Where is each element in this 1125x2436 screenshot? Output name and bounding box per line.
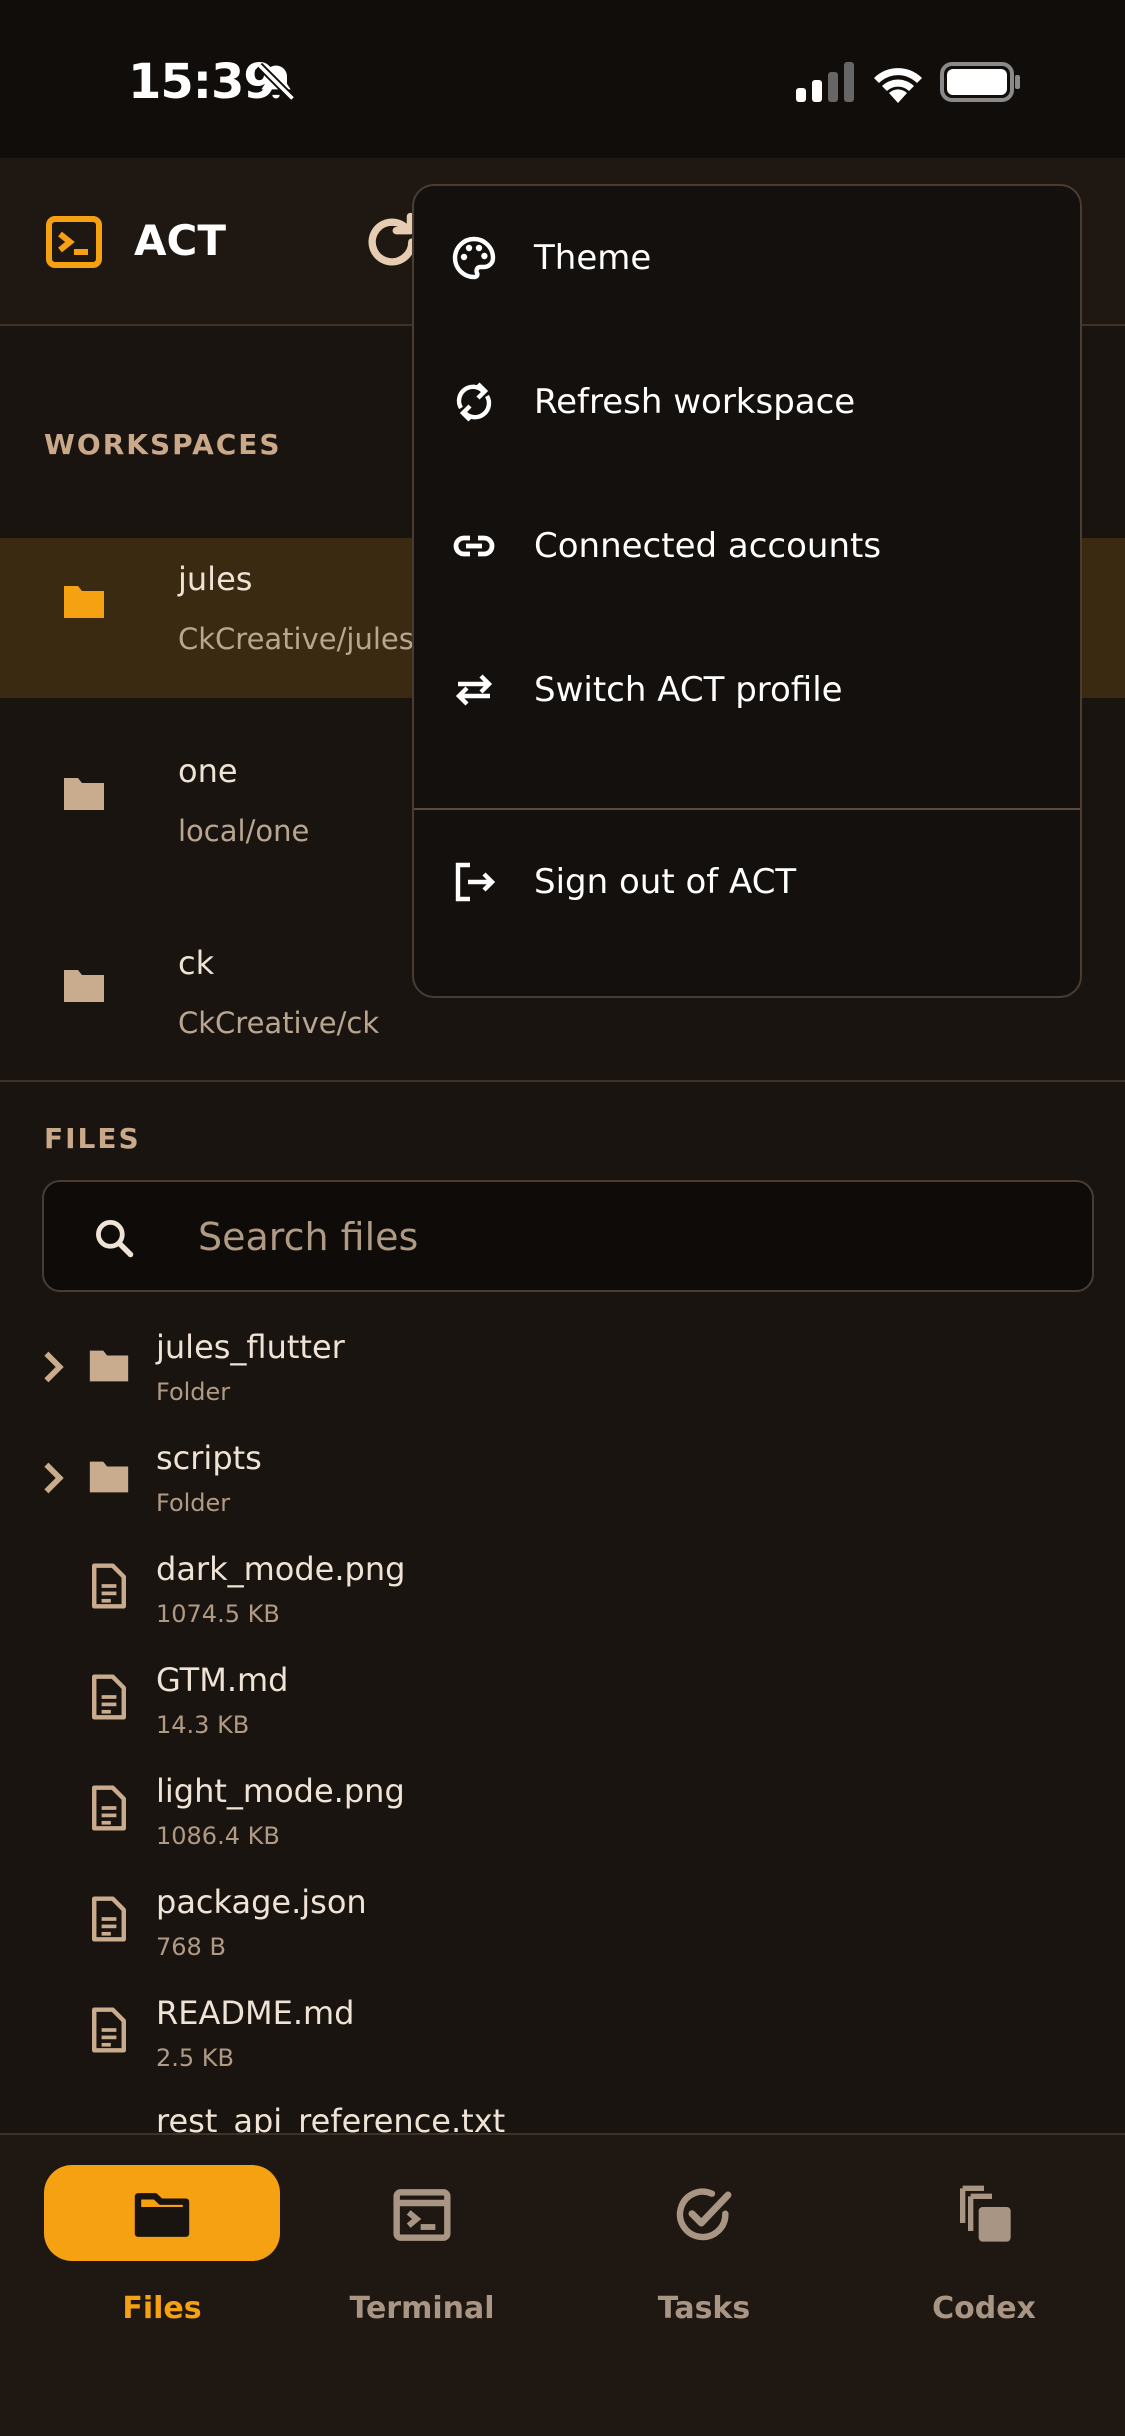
menu-label: Switch ACT profile — [534, 670, 843, 710]
folder-icon — [64, 586, 104, 618]
file-row-scripts[interactable]: scripts Folder — [0, 1427, 1125, 1538]
cellular-signal-icon — [796, 62, 854, 102]
file-meta: 1086.4 KB — [156, 1822, 280, 1850]
nav-label: Tasks — [657, 2291, 751, 2326]
document-icon — [92, 2007, 126, 2053]
menu-item-switch-profile[interactable]: Switch ACT profile — [414, 618, 1080, 762]
document-icon — [92, 1785, 126, 1831]
folder-icon — [64, 778, 104, 810]
swap-icon — [455, 674, 493, 706]
check-circle-icon — [676, 2188, 732, 2241]
terminal-icon — [393, 2189, 451, 2241]
nav-label: Codex — [932, 2291, 1036, 2326]
document-icon — [92, 1896, 126, 1942]
workspace-name: one — [178, 752, 238, 790]
nav-files[interactable]: Files — [44, 2165, 284, 2345]
copy-icon — [960, 2185, 1011, 2242]
section-divider — [0, 1080, 1125, 1082]
wifi-icon — [874, 68, 922, 103]
bell-off-icon — [256, 62, 296, 102]
sync-icon — [456, 382, 492, 422]
app-title: ACT — [134, 216, 226, 265]
menu-label: Sign out of ACT — [534, 862, 797, 902]
nav-tasks[interactable]: Tasks — [586, 2165, 826, 2345]
search-icon — [96, 1220, 134, 1258]
file-row-jules-flutter[interactable]: jules_flutter Folder — [0, 1316, 1125, 1427]
folder-icon — [89, 1350, 129, 1382]
menu-label: Theme — [534, 238, 652, 278]
workspace-name: ck — [178, 944, 215, 982]
workspace-path: CkCreative/jules — [178, 622, 414, 656]
link-icon — [453, 535, 495, 557]
menu-label: Refresh workspace — [534, 382, 856, 422]
folder-icon — [134, 2193, 190, 2237]
file-row-light-mode[interactable]: light_mode.png 1086.4 KB — [0, 1760, 1125, 1871]
search-box — [42, 1180, 1094, 1292]
nav-codex[interactable]: Codex — [866, 2165, 1106, 2345]
file-row-package-json[interactable]: package.json 768 B — [0, 1871, 1125, 1982]
file-meta: 2.5 KB — [156, 2044, 234, 2072]
search-input[interactable] — [198, 1202, 1058, 1272]
logout-icon — [455, 862, 496, 902]
workspace-path: CkCreative/ck — [178, 1006, 380, 1040]
terminal-logo-icon — [46, 216, 102, 268]
palette-icon — [452, 236, 496, 280]
folder-icon — [64, 970, 104, 1002]
file-name: jules_flutter — [156, 1328, 345, 1366]
menu-item-refresh-workspace[interactable]: Refresh workspace — [414, 330, 1080, 474]
overflow-menu: Theme Refresh workspace Connected accoun… — [412, 184, 1082, 998]
file-row-dark-mode[interactable]: dark_mode.png 1074.5 KB — [0, 1538, 1125, 1649]
file-meta: 14.3 KB — [156, 1711, 250, 1739]
menu-label: Connected accounts — [534, 526, 882, 566]
menu-item-sign-out[interactable]: Sign out of ACT — [414, 810, 1080, 954]
file-row-gtm[interactable]: GTM.md 14.3 KB — [0, 1649, 1125, 1760]
nav-terminal[interactable]: Terminal — [304, 2165, 544, 2345]
file-meta: 768 B — [156, 1933, 226, 1961]
document-icon — [92, 1563, 126, 1609]
status-bar: 15:39 — [0, 0, 1125, 158]
file-name: README.md — [156, 1994, 355, 2032]
workspaces-label: WORKSPACES — [44, 428, 282, 461]
menu-item-theme[interactable]: Theme — [414, 186, 1080, 330]
file-name: light_mode.png — [156, 1772, 405, 1810]
file-name: dark_mode.png — [156, 1550, 406, 1588]
battery-icon — [940, 62, 1020, 102]
files-label: FILES — [44, 1122, 141, 1155]
nav-label: Files — [122, 2291, 202, 2326]
menu-item-connected-accounts[interactable]: Connected accounts — [414, 474, 1080, 618]
bottom-nav: Files Terminal Tasks Codex — [0, 2133, 1125, 2436]
workspace-name: jules — [178, 560, 253, 598]
chevron-right-icon[interactable] — [40, 1459, 68, 1497]
workspace-path: local/one — [178, 814, 310, 848]
file-meta: 1074.5 KB — [156, 1600, 280, 1628]
document-icon — [92, 1674, 126, 1720]
file-name: package.json — [156, 1883, 367, 1921]
file-meta: Folder — [156, 1489, 231, 1517]
folder-icon — [89, 1461, 129, 1493]
file-name: GTM.md — [156, 1661, 289, 1699]
chevron-right-icon[interactable] — [40, 1348, 68, 1386]
file-row-readme[interactable]: README.md 2.5 KB — [0, 1982, 1125, 2093]
nav-label: Terminal — [349, 2291, 495, 2326]
file-meta: Folder — [156, 1378, 231, 1406]
file-name: scripts — [156, 1439, 262, 1477]
